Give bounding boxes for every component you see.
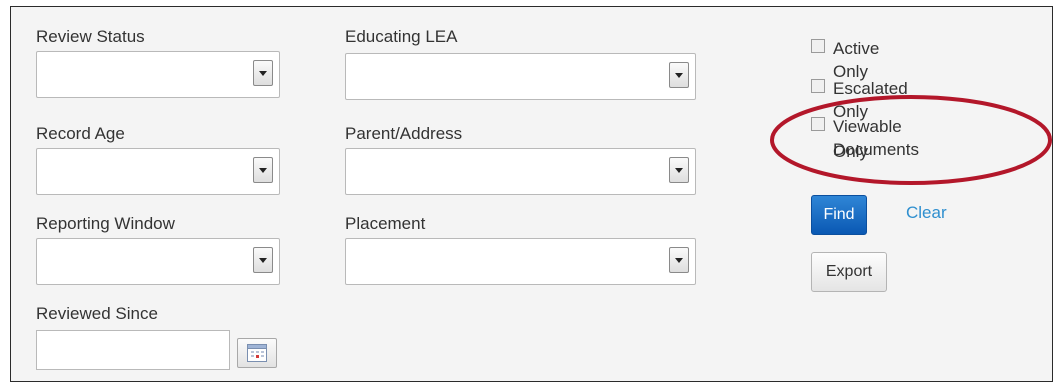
clear-link[interactable]: Clear [906,203,947,223]
find-button[interactable]: Find [811,195,867,235]
chevron-down-icon[interactable] [253,247,273,273]
educating-lea-select[interactable] [345,53,696,100]
viewable-documents-only-label-line2: Only [833,142,868,161]
reviewed-since-input[interactable] [36,330,230,370]
calendar-icon [247,344,267,362]
export-button[interactable]: Export [811,252,887,292]
placement-label: Placement [345,214,426,233]
placement-select[interactable] [345,238,696,285]
review-status-select[interactable] [36,51,280,98]
chevron-down-icon[interactable] [669,62,689,88]
review-status-label: Review Status [36,27,145,46]
date-picker-button[interactable] [237,338,277,368]
reviewed-since-label: Reviewed Since [36,304,158,323]
chevron-down-icon[interactable] [253,60,273,86]
reporting-window-select[interactable] [36,238,280,285]
active-only-checkbox[interactable] [811,39,825,53]
record-age-label: Record Age [36,124,125,143]
search-filter-panel: Review Status Record Age Reporting Windo… [10,6,1053,382]
viewable-documents-only-checkbox[interactable] [811,117,825,131]
chevron-down-icon[interactable] [253,157,273,183]
educating-lea-label: Educating LEA [345,27,458,46]
chevron-down-icon[interactable] [669,157,689,183]
chevron-down-icon[interactable] [669,247,689,273]
escalated-only-checkbox[interactable] [811,79,825,93]
parent-address-select[interactable] [345,148,696,195]
parent-address-label: Parent/Address [345,124,463,143]
record-age-select[interactable] [36,148,280,195]
reporting-window-label: Reporting Window [36,214,175,233]
